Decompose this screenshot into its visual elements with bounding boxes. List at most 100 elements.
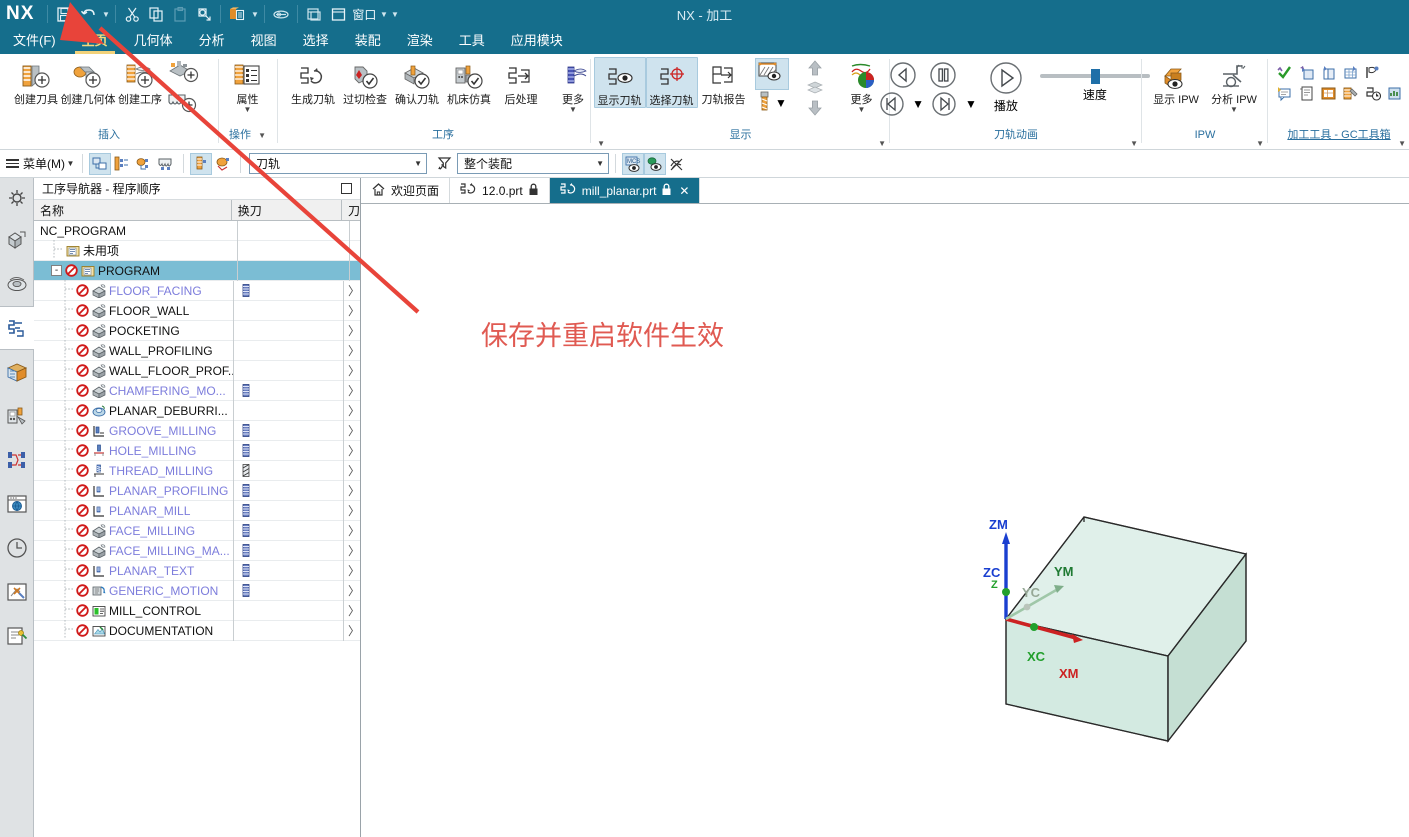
undo-icon[interactable] [76,2,100,26]
display-group-expand-caret[interactable]: ▼ [878,139,886,148]
gc-toolbox-group-expand-caret[interactable]: ▼ [1398,139,1406,148]
operation-tree[interactable]: NC_PROGRAM 未用项 - PROGRAM FLOOR_FACING 〉 FLOOR_… [34,221,360,836]
tab-render[interactable]: 渲染 [394,28,446,54]
layers-icon[interactable] [225,2,249,26]
tree-row[interactable]: FACE_MILLING_MA... 〉 [34,540,360,561]
move-layer-icon[interactable] [805,81,825,97]
window-icon[interactable] [326,2,350,26]
filter-icon[interactable] [435,153,457,175]
toolpath-report-button[interactable]: 刀轨报告 [698,57,750,106]
group-expand-caret[interactable]: ▼ [258,131,266,140]
step-back-icon[interactable] [887,59,927,91]
document-tab[interactable]: 12.0.prt [450,178,550,203]
grid-blue-icon[interactable] [1341,63,1360,82]
tree-row[interactable]: FACE_MILLING 〉 [34,520,360,541]
move-down-icon[interactable] [805,98,825,120]
undo-dropdown-caret[interactable]: ▼ [100,2,111,26]
part-navigator-icon[interactable] [0,218,34,262]
tree-row[interactable]: WALL_PROFILING 〉 [34,340,360,361]
speed-slider-handle[interactable] [1090,69,1100,84]
window-menu-label[interactable]: 窗口 [350,6,378,23]
tool-blue-icon[interactable] [1297,63,1316,82]
tool-display-dropdown-caret[interactable]: ▼ [775,96,787,110]
operation-navigator-icon[interactable] [0,306,34,350]
tree-row[interactable]: PLANAR_DEBURRI... 〉 [34,400,360,421]
tree-expander-icon[interactable]: - [51,265,62,276]
paste-icon[interactable] [168,2,192,26]
comment-icon[interactable] [1275,84,1294,103]
speed-slider[interactable] [1039,69,1150,84]
document-icon[interactable] [1297,84,1316,103]
tree-row[interactable]: FLOOR_WALL 〉 [34,300,360,321]
copy-blue-icon[interactable] [1319,63,1338,82]
filter-view-icon[interactable] [190,152,212,175]
mcs-display-icon[interactable]: MCS [622,152,644,175]
create-tool-button[interactable]: 创建刀具 [10,57,62,106]
analyze-ipw-dropdown-caret[interactable]: ▼ [1230,106,1238,114]
tree-row[interactable]: NC_PROGRAM [34,221,360,241]
verify-toolpath-button[interactable]: 确认刀轨 [391,57,443,106]
create-method-icon[interactable] [166,91,208,121]
wrench-icon[interactable] [1341,84,1360,103]
tab-tools[interactable]: 工具 [446,28,498,54]
document-tab[interactable]: 欢迎页面 [361,178,451,203]
tree-row[interactable]: GROOVE_MILLING 〉 [34,420,360,441]
tile-windows-icon[interactable] [302,2,326,26]
select-toolpath-button[interactable]: 选择刀轨 [645,57,698,108]
tab-assembly[interactable]: 装配 [342,28,394,54]
ipw-group-expand-caret[interactable]: ▼ [1256,139,1264,148]
report-icon[interactable] [1385,84,1404,103]
menu-button-label[interactable]: 菜单(M) [23,155,65,172]
rewind-icon[interactable] [877,89,911,119]
forward-dropdown-caret[interactable]: ▼ [965,97,977,111]
machine-tool-navigator-icon[interactable] [0,394,34,438]
process-filter-icon[interactable] [0,438,34,482]
layers-dropdown-caret[interactable]: ▼ [249,2,260,26]
window-dropdown-caret[interactable]: ▼ [378,2,389,26]
move-up-icon[interactable] [805,58,825,80]
create-program-icon[interactable] [166,59,208,91]
cut-icon[interactable] [120,2,144,26]
no-display-icon[interactable] [666,153,688,175]
rewind-dropdown-caret[interactable]: ▼ [912,97,924,111]
history-icon[interactable] [0,526,34,570]
pin-panel-icon[interactable] [341,183,352,194]
tab-file[interactable]: 文件(F) [0,28,69,54]
create-operation-button[interactable]: 创建工序 [114,57,166,106]
tree-row[interactable]: MILL_CONTROL 〉 [34,600,360,621]
tab-select[interactable]: 选择 [290,28,342,54]
more-display-dropdown-caret[interactable]: ▼ [858,106,866,114]
chevron-down-icon[interactable]: ▼ [414,159,422,168]
show-toolpath-button[interactable]: 显示刀轨 [593,57,646,108]
tree-row[interactable]: HOLE_MILLING 〉 [34,440,360,461]
properties-dropdown-caret[interactable]: ▼ [244,106,252,114]
time-icon[interactable] [1363,84,1382,103]
play-icon[interactable] [987,59,1025,97]
tab-analysis[interactable]: 分析 [186,28,238,54]
analyze-ipw-button[interactable]: 分析 IPW ▼ [1205,57,1263,114]
properties-button[interactable]: 属性 ▼ [222,57,274,114]
tool-display-icon[interactable] [756,90,772,116]
pointer-icon[interactable] [1363,63,1382,82]
tree-row[interactable]: PLANAR_PROFILING 〉 [34,480,360,501]
tree-row[interactable]: 未用项 [34,240,360,261]
more-process-dropdown-caret[interactable]: ▼ [569,106,577,114]
machine-tool-view-icon[interactable] [111,153,133,175]
roles-icon[interactable] [0,614,34,658]
object-display-icon[interactable] [212,153,234,175]
reuse-library-icon[interactable] [0,350,34,394]
table-icon[interactable] [1319,84,1338,103]
display-section-icon[interactable] [754,58,789,90]
tree-row[interactable]: GENERIC_MOTION 〉 [34,580,360,601]
scope-combo[interactable]: 整个装配 ▼ [457,153,609,174]
close-icon[interactable]: ✕ [679,184,689,198]
paint-icon[interactable] [269,2,293,26]
animation-group-expand-caret[interactable]: ▼ [1130,139,1138,148]
tree-row[interactable]: CHAMFERING_MO... 〉 [34,380,360,401]
show-ipw-button[interactable]: 显示 IPW [1147,57,1205,106]
column-header-name[interactable]: 名称 [34,200,232,220]
tree-row[interactable]: - PROGRAM [34,260,360,281]
column-header-toolchange[interactable]: 换刀 [232,200,342,220]
machining-method-view-icon[interactable] [155,153,177,175]
tree-row[interactable]: PLANAR_TEXT 〉 [34,560,360,581]
